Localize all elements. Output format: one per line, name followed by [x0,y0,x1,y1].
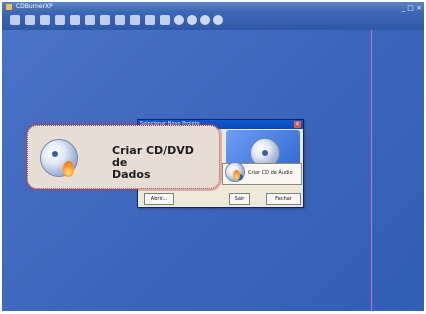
paste-icon[interactable] [85,15,95,25]
main-toolbar [2,12,424,31]
globe-icon[interactable] [213,15,223,25]
exit-button[interactable]: Sair [229,193,250,205]
save-icon[interactable] [40,15,50,25]
properties-icon[interactable] [115,15,125,25]
window-titlebar: CDBurnerXP _ □ × [2,2,424,12]
help-icon[interactable] [187,15,197,25]
app-icon [6,4,12,10]
audio-cd-option[interactable]: Criar CD de Áudio [222,162,302,185]
about-icon[interactable] [200,15,210,25]
audio-flame-icon [233,170,240,180]
panel-divider [371,30,372,311]
open-button[interactable]: Abrir... [144,193,174,205]
delete-icon[interactable] [100,15,110,25]
up-icon[interactable] [130,15,140,25]
dialog-close-button[interactable]: x [294,121,301,128]
data-option-label: Criar CD/DVD de Dados [112,144,194,181]
new-icon[interactable] [10,15,20,25]
erase-icon[interactable] [174,15,184,25]
burn-icon[interactable] [160,15,170,25]
window-title: CDBurnerXP [15,3,53,10]
down-icon[interactable] [145,15,155,25]
audio-option-label: Criar CD de Áudio [248,170,293,176]
cut-icon[interactable] [55,15,65,25]
copy-icon[interactable] [70,15,80,25]
data-flame-icon [63,161,74,177]
data-cd-option-callout[interactable]: Criar CD/DVD de Dados [27,125,220,189]
close-button[interactable]: Fechar [266,193,301,205]
open-icon[interactable] [25,15,35,25]
